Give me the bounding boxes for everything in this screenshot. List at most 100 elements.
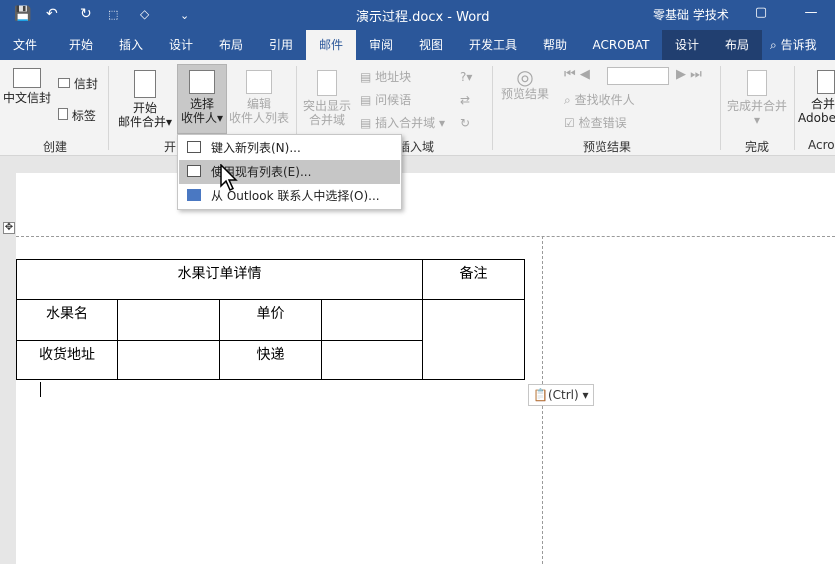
minimize-button[interactable]: — bbox=[800, 5, 822, 25]
group-acrobat-label: Acro bbox=[808, 138, 835, 152]
match-fields-icon[interactable]: ⇄ bbox=[460, 93, 470, 107]
search-icon: ⌕ bbox=[770, 38, 777, 52]
ribbon-tabs: 文件 开始 插入 设计 布局 引用 邮件 审阅 视图 开发工具 帮助 ACROB… bbox=[0, 30, 835, 60]
finish-merge-button[interactable]: 完成并合并 ▾ bbox=[724, 70, 790, 127]
chevron-down-icon: ▾ bbox=[753, 113, 761, 127]
adobe-merge-icon bbox=[817, 70, 835, 94]
tab-insert[interactable]: 插入 bbox=[106, 30, 156, 60]
record-navigation[interactable]: ⏮ ◀ bbox=[564, 68, 590, 82]
fruit-name-cell[interactable]: 水果名 bbox=[16, 299, 118, 341]
tab-review[interactable]: 审阅 bbox=[356, 30, 406, 60]
last-record-icon[interactable]: ⏭ bbox=[690, 67, 702, 82]
menu-item-type-new-list[interactable]: 键入新列表(N)... bbox=[179, 136, 400, 160]
tab-developer[interactable]: 开发工具 bbox=[456, 30, 530, 60]
edit-recipient-list-button[interactable]: 编辑 收件人列表 bbox=[228, 70, 290, 125]
tab-file[interactable]: 文件 bbox=[0, 30, 50, 60]
table-title-cell[interactable]: 水果订单详情 bbox=[16, 259, 423, 300]
group-finish-label: 完成 bbox=[744, 140, 769, 154]
tell-me-label: 告诉我 bbox=[780, 38, 817, 52]
greeting-line-button[interactable]: ▤ 问候语 bbox=[360, 93, 411, 107]
label-icon bbox=[58, 108, 68, 120]
previous-record-icon[interactable]: ◀ bbox=[580, 67, 590, 82]
title-bar: 💾 ↶ ↻ ⬚ ◇ ⌄ 演示过程.docx - Word 零基础 学技术 ▢ — bbox=[0, 0, 835, 30]
group-preview-label: 预览结果 bbox=[582, 140, 631, 154]
group-fields-label: 插入域 bbox=[397, 140, 434, 154]
customize-qat-icon[interactable]: ⌄ bbox=[180, 9, 189, 22]
user-name[interactable]: 零基础 学技术 bbox=[653, 6, 729, 23]
table-cell[interactable] bbox=[117, 299, 220, 341]
check-icon: ☑ bbox=[564, 116, 575, 130]
save-icon[interactable]: 💾 bbox=[14, 6, 31, 22]
table-cell[interactable] bbox=[117, 340, 220, 380]
highlight-icon bbox=[317, 70, 337, 96]
ribbon-mailings: 中文信封 信封 标签 创建 开始 邮件合并▾ 选择 收件人▾ 编辑 收件人列表 … bbox=[0, 60, 835, 156]
record-navigation-next[interactable]: ▶ ⏭ bbox=[676, 68, 702, 82]
chinese-envelope-button[interactable]: 中文信封 bbox=[2, 68, 52, 105]
new-list-icon bbox=[187, 141, 201, 153]
find-icon: ⌕ bbox=[564, 93, 571, 107]
order-table[interactable]: 水果订单详情 备注 水果名 单价 收货地址 快递 bbox=[16, 259, 525, 380]
finish-icon bbox=[747, 70, 767, 96]
next-record-icon[interactable]: ▶ bbox=[676, 67, 686, 82]
tab-view[interactable]: 视图 bbox=[406, 30, 456, 60]
find-recipient-button[interactable]: ⌕ 查找收件人 bbox=[564, 93, 635, 107]
group-divider bbox=[720, 66, 721, 150]
price-cell[interactable]: 单价 bbox=[219, 299, 322, 341]
address-block-button[interactable]: ▤ 地址块 bbox=[360, 70, 411, 84]
edit-list-icon bbox=[246, 70, 272, 94]
paste-options-button[interactable]: 📋(Ctrl) ▾ bbox=[528, 384, 594, 406]
tab-design[interactable]: 设计 bbox=[156, 30, 206, 60]
check-errors-button[interactable]: ☑ 检查错误 bbox=[564, 116, 627, 130]
table-move-handle-icon[interactable]: ✥ bbox=[3, 222, 15, 234]
tab-acrobat[interactable]: ACROBAT bbox=[580, 30, 662, 60]
restore-ribbon-icon[interactable]: ▢ bbox=[750, 5, 772, 25]
shapes-icon[interactable]: ◇ bbox=[140, 7, 149, 21]
existing-list-icon bbox=[187, 165, 201, 177]
table-cell[interactable] bbox=[321, 340, 423, 380]
first-record-icon[interactable]: ⏮ bbox=[564, 67, 576, 82]
group-create-label: 创建 bbox=[42, 140, 67, 154]
tab-references[interactable]: 引用 bbox=[256, 30, 306, 60]
group-divider bbox=[108, 66, 109, 150]
envelopes-button[interactable]: 信封 bbox=[58, 77, 98, 91]
envelope-icon bbox=[13, 68, 41, 88]
update-labels-icon[interactable]: ↻ bbox=[460, 116, 470, 130]
menu-item-use-existing-list[interactable]: 使用现有列表(E)... bbox=[179, 160, 400, 184]
tab-table-design[interactable]: 设计 bbox=[662, 30, 712, 60]
remark-cell[interactable] bbox=[422, 299, 525, 380]
tab-table-layout[interactable]: 布局 bbox=[712, 30, 762, 60]
select-objects-icon[interactable]: ⬚ bbox=[108, 8, 118, 21]
recipients-icon bbox=[189, 70, 215, 94]
tab-layout[interactable]: 布局 bbox=[206, 30, 256, 60]
menu-item-outlook-contacts[interactable]: 从 Outlook 联系人中选择(O)... bbox=[179, 184, 400, 208]
tell-me-search[interactable]: ⌕ 告诉我 bbox=[770, 30, 835, 60]
chevron-down-icon: ▾ bbox=[165, 115, 173, 129]
start-mail-merge-button[interactable]: 开始 邮件合并▾ bbox=[114, 70, 176, 129]
acrobat-merge-button[interactable]: 合并 Adobe bbox=[798, 70, 835, 125]
remark-header-cell[interactable]: 备注 bbox=[422, 259, 525, 300]
text-caret bbox=[40, 382, 41, 397]
table-cell[interactable] bbox=[321, 299, 423, 341]
preview-results-button[interactable]: ◎ 预览结果 bbox=[496, 67, 554, 101]
insert-field-icon: ▤ bbox=[360, 116, 372, 130]
chevron-down-icon: ▾ bbox=[216, 111, 224, 125]
insert-merge-field-button[interactable]: ▤ 插入合并域 ▾ bbox=[360, 116, 445, 130]
tab-help[interactable]: 帮助 bbox=[530, 30, 580, 60]
courier-cell[interactable]: 快递 bbox=[219, 340, 322, 380]
chevron-down-icon: ▾ bbox=[578, 388, 589, 402]
rules-icon[interactable]: ?▾ bbox=[460, 70, 472, 84]
redo-icon[interactable]: ↻ bbox=[80, 6, 92, 22]
address-cell[interactable]: 收货地址 bbox=[16, 340, 118, 380]
undo-icon[interactable]: ↶ bbox=[46, 6, 58, 22]
contacts-icon bbox=[187, 189, 201, 201]
select-recipients-label[interactable]: 选择 收件人▾ bbox=[177, 70, 227, 125]
mouse-pointer-icon bbox=[220, 164, 238, 192]
tab-mailings[interactable]: 邮件 bbox=[306, 30, 356, 60]
greeting-icon: ▤ bbox=[360, 93, 372, 107]
text-boundary-top bbox=[16, 236, 835, 237]
tab-home[interactable]: 开始 bbox=[56, 30, 106, 60]
highlight-merge-fields-button[interactable]: 突出显示 合并域 bbox=[300, 70, 354, 127]
labels-button[interactable]: 标签 bbox=[58, 108, 96, 123]
group-divider bbox=[492, 66, 493, 150]
record-number-input[interactable] bbox=[607, 67, 669, 85]
